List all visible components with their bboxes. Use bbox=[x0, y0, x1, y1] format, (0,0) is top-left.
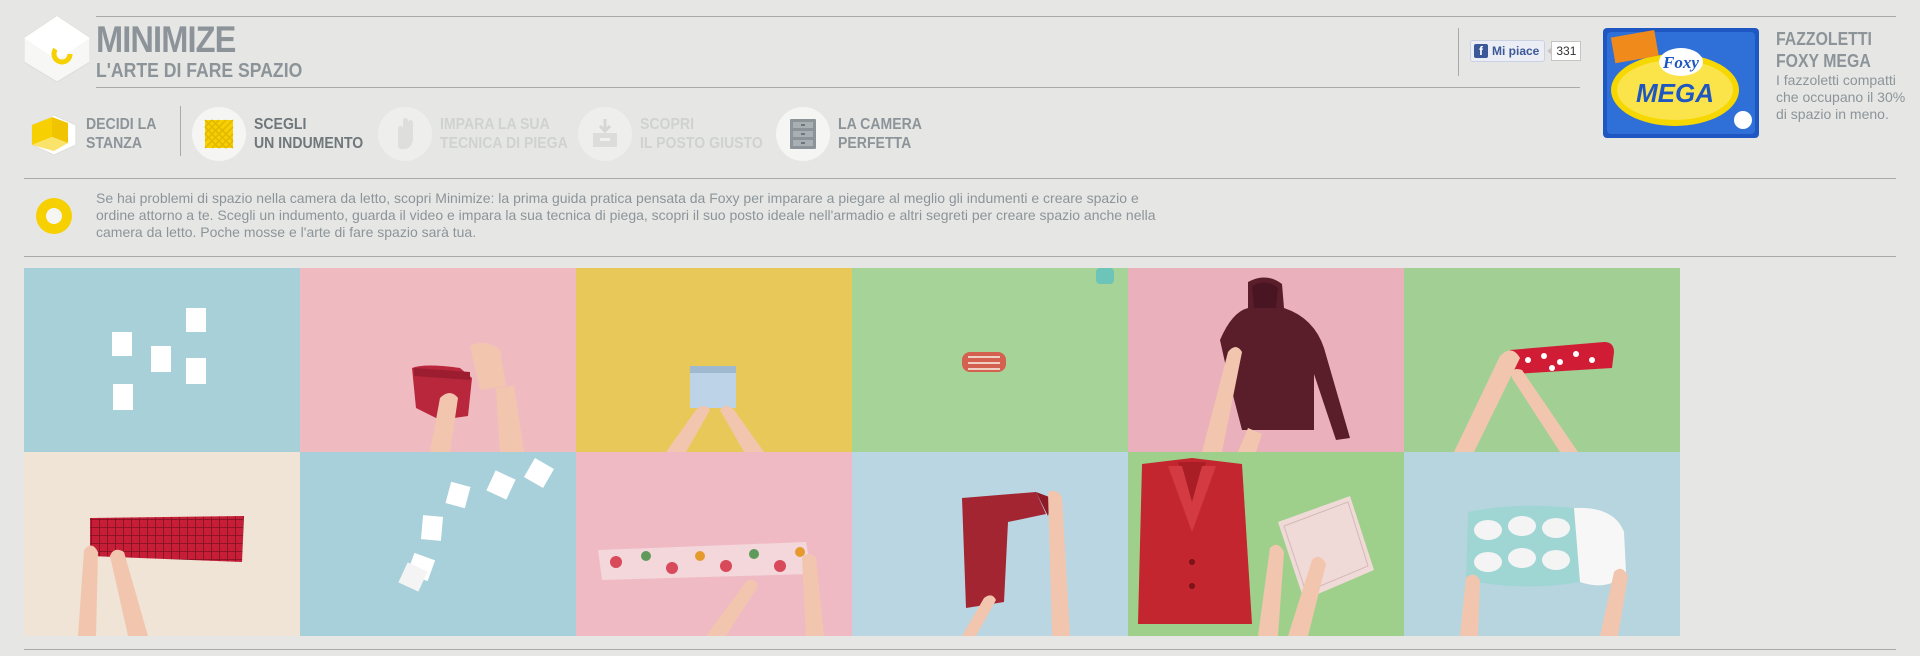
tile-pillow[interactable] bbox=[1404, 452, 1680, 636]
step-la-camera-perfetta[interactable]: LA CAMERA PERFETTA bbox=[776, 106, 933, 162]
tile-red-briefs[interactable] bbox=[300, 268, 576, 452]
tile-denim-shorts[interactable] bbox=[576, 268, 852, 452]
tile-rolled-item[interactable] bbox=[852, 268, 1128, 452]
product-image[interactable]: Foxy MEGA bbox=[1603, 28, 1759, 138]
facebook-like-widget: f Mi piace 331 bbox=[1470, 40, 1582, 62]
tile-folded-squares[interactable] bbox=[300, 452, 576, 636]
product-name-text: MEGA bbox=[1636, 78, 1714, 108]
product-title-line2: FOXY MEGA bbox=[1776, 51, 1871, 71]
tile-polka-socks[interactable] bbox=[1404, 268, 1680, 452]
tile-floral-trousers[interactable] bbox=[576, 452, 852, 636]
info-ring-icon bbox=[36, 198, 72, 234]
step-impara-la-sua-tecnica[interactable]: IMPARA LA SUA TECNICA DI PIEGA bbox=[378, 106, 585, 162]
step-label-line2: UN INDUMENTO bbox=[254, 135, 364, 152]
facebook-like-count: 331 bbox=[1547, 41, 1582, 61]
step-scopri-il-posto-giusto[interactable]: SCOPRI IL POSTO GIUSTO bbox=[578, 106, 780, 162]
product-title: FAZZOLETTI FOXY MEGA bbox=[1776, 28, 1872, 72]
steps-divider bbox=[180, 106, 181, 156]
tile-plaid-scarf[interactable] bbox=[24, 452, 300, 636]
video-grid bbox=[24, 268, 1680, 636]
step-label-line1: SCEGLI bbox=[254, 116, 307, 133]
step-label: DECIDI LA STANZA bbox=[86, 115, 156, 153]
product-title-line1: FAZZOLETTI bbox=[1776, 29, 1872, 49]
header-divider bbox=[1458, 28, 1459, 76]
step-decidi-la-stanza[interactable]: DECIDI LA STANZA bbox=[24, 106, 166, 162]
step-label-line2: TECNICA DI PIEGA bbox=[440, 135, 568, 152]
dresser-icon bbox=[776, 107, 830, 161]
title-rule bbox=[96, 87, 1580, 88]
step-label-line1: SCOPRI bbox=[640, 116, 694, 133]
product-brand-text: Foxy bbox=[1662, 53, 1699, 72]
page-subtitle: L'ARTE DI FARE SPAZIO bbox=[96, 60, 303, 82]
drawer-box-icon bbox=[578, 107, 632, 161]
page-title: MINIMIZE bbox=[96, 19, 236, 60]
facebook-like-button[interactable]: f Mi piace bbox=[1470, 40, 1546, 62]
top-rule bbox=[96, 16, 1896, 17]
minimize-logo-icon[interactable] bbox=[23, 15, 91, 83]
step-label-line1: DECIDI LA bbox=[86, 116, 157, 133]
intro-bottom-rule bbox=[24, 256, 1896, 257]
step-scegli-un-indumento[interactable]: SCEGLI UN INDUMENTO bbox=[192, 106, 378, 162]
tile-burgundy-hoodie[interactable] bbox=[1128, 268, 1404, 452]
step-label: IMPARA LA SUA TECNICA DI PIEGA bbox=[440, 115, 568, 153]
tile-red-shirt[interactable] bbox=[852, 452, 1128, 636]
hand-icon bbox=[378, 107, 432, 161]
step-label-line1: IMPARA LA SUA bbox=[440, 116, 550, 133]
room-cube-icon bbox=[24, 107, 78, 161]
step-label-line2: PERFETTA bbox=[838, 135, 912, 152]
tile-red-coat[interactable] bbox=[1128, 452, 1404, 636]
facebook-icon: f bbox=[1474, 44, 1488, 58]
intro-text: Se hai problemi di spazio nella camera d… bbox=[96, 190, 1156, 240]
tile-white-squares[interactable] bbox=[24, 268, 300, 452]
step-label-line2: STANZA bbox=[86, 135, 143, 152]
garment-pattern-icon bbox=[192, 107, 246, 161]
step-label-line2: IL POSTO GIUSTO bbox=[640, 135, 763, 152]
nav-bottom-rule bbox=[24, 178, 1896, 179]
facebook-like-label: Mi piace bbox=[1492, 44, 1540, 58]
step-label: SCOPRI IL POSTO GIUSTO bbox=[640, 115, 763, 153]
product-description: I fazzoletti compatti che occupano il 30… bbox=[1776, 72, 1906, 122]
footer-rule bbox=[24, 649, 1896, 650]
step-label: LA CAMERA PERFETTA bbox=[838, 115, 922, 153]
step-label: SCEGLI UN INDUMENTO bbox=[254, 115, 363, 153]
step-label-line1: LA CAMERA bbox=[838, 116, 922, 133]
